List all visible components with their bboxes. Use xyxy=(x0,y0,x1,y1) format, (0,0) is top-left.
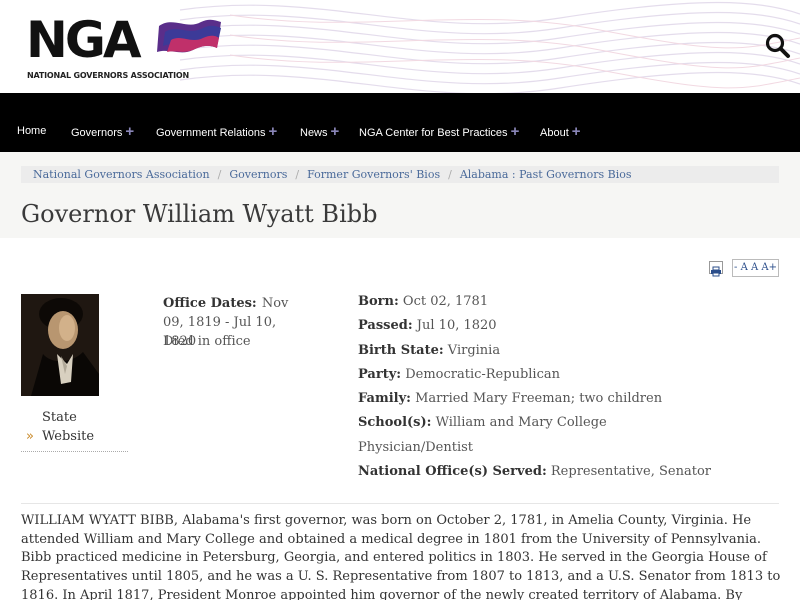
fact-label: Born: xyxy=(358,294,399,309)
plus-icon: + xyxy=(510,123,520,140)
breadcrumb-link-governors[interactable]: Governors xyxy=(229,168,287,181)
nav-item-label: Governors xyxy=(71,127,123,139)
nav-item-about[interactable]: About + xyxy=(540,93,581,152)
divider xyxy=(21,503,779,504)
state-website-label: State Website xyxy=(41,410,95,444)
fact-row: Physician/Dentist xyxy=(358,438,778,462)
fact-row: National Office(s) Served: Representativ… xyxy=(358,462,778,486)
nav-item-label: Government Relations xyxy=(156,127,266,139)
site-header: NGA NATIONAL GOVERNORS ASSOCIATION xyxy=(0,0,800,93)
breadcrumb-separator: / xyxy=(217,168,222,181)
fact-label: Passed: xyxy=(358,318,413,334)
nav-item-home[interactable]: Home xyxy=(17,93,46,152)
fact-row: Born: Oct 02, 1781 xyxy=(358,292,778,316)
print-icon xyxy=(711,266,721,277)
nav-item-news[interactable]: News + xyxy=(300,93,339,152)
print-button[interactable] xyxy=(709,261,723,277)
fact-row: School(s): William and Mary College xyxy=(358,413,778,437)
plus-icon: + xyxy=(330,123,340,140)
fact-row: Party: Democratic-Republican xyxy=(358,365,778,389)
fact-row: Family: Married Mary Freeman; two childr… xyxy=(358,389,778,413)
search-icon xyxy=(765,33,790,58)
nav-item-best-practices[interactable]: NGA Center for Best Practices + xyxy=(359,93,519,152)
breadcrumb-link-alabama[interactable]: Alabama : Past Governors Bios xyxy=(460,168,632,181)
nav-item-label: News xyxy=(300,127,328,139)
governor-portrait xyxy=(21,294,99,396)
flag-logo-icon xyxy=(157,19,221,53)
fact-value: Virginia xyxy=(447,342,501,358)
nav-item-label: Home xyxy=(17,125,47,137)
breadcrumb-link-nga[interactable]: National Governors Association xyxy=(33,168,210,181)
fact-label: National Office(s) Served: xyxy=(358,464,547,480)
breadcrumb-link-former-governors[interactable]: Former Governors' Bios xyxy=(307,168,440,181)
fact-label: Birth State: xyxy=(358,342,444,358)
breadcrumb-separator: / xyxy=(295,168,300,181)
double-chevron-right-icon: » xyxy=(26,429,34,444)
state-website-link[interactable]: » State Website xyxy=(26,408,112,446)
nav-item-label: NGA Center for Best Practices xyxy=(359,127,508,139)
fact-value: Oct 02, 1781 xyxy=(402,294,489,309)
biography-text: WILLIAM WYATT BIBB, Alabama's first gove… xyxy=(21,513,781,600)
governor-facts: Born: Oct 02, 1781 Passed: Jul 10, 1820 … xyxy=(358,292,778,486)
page-title: Governor William Wyatt Bibb xyxy=(21,200,378,228)
fact-value: Physician/Dentist xyxy=(358,439,474,455)
logo-text: NGA xyxy=(26,11,142,69)
search-button[interactable] xyxy=(764,32,792,60)
main-nav: Home Governors + Government Relations + Ne… xyxy=(0,93,800,152)
nga-logo[interactable]: NGA NATIONAL GOVERNORS ASSOCIATION xyxy=(26,11,226,84)
font-size-controls[interactable]: - A A A+ xyxy=(732,259,779,277)
plus-icon: + xyxy=(125,123,135,140)
portrait-image xyxy=(21,294,99,396)
breadcrumb: National Governors Association / Governors… xyxy=(21,166,779,183)
nav-item-government-relations[interactable]: Government Relations + xyxy=(156,93,277,152)
office-note: Died in office xyxy=(163,334,251,349)
fact-label: Family: xyxy=(358,391,411,407)
fact-value: Democratic-Republican xyxy=(405,366,560,382)
fact-value: William and Mary College xyxy=(435,415,607,431)
fact-value: Jul 10, 1820 xyxy=(416,318,497,334)
breadcrumb-separator: / xyxy=(448,168,452,181)
logo-subtitle: NATIONAL GOVERNORS ASSOCIATION xyxy=(27,71,189,80)
fact-value: Married Mary Freeman; two children xyxy=(415,391,663,407)
fact-label: School(s): xyxy=(358,415,432,431)
fact-value: Representative, Senator xyxy=(550,464,711,480)
fact-label: Party: xyxy=(358,366,402,382)
fact-row: Passed: Jul 10, 1820 xyxy=(358,316,778,340)
nav-item-label: About xyxy=(540,127,569,139)
plus-icon: + xyxy=(268,123,278,140)
fact-row: Birth State: Virginia xyxy=(358,341,778,365)
plus-icon: + xyxy=(571,123,581,140)
divider xyxy=(21,451,128,452)
nav-item-governors[interactable]: Governors + xyxy=(71,93,134,152)
office-dates-label: Office Dates: xyxy=(163,296,257,311)
